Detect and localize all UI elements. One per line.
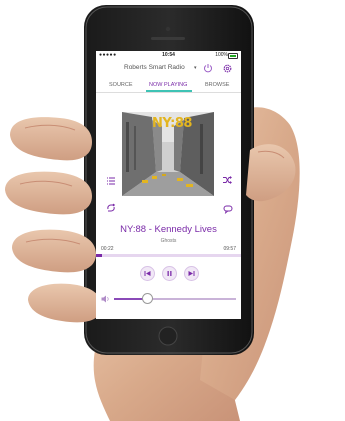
list-icon[interactable] (106, 176, 116, 186)
power-icon[interactable] (203, 63, 213, 73)
progress-bar[interactable] (96, 254, 241, 257)
volume-slider-handle[interactable] (141, 293, 153, 304)
album-art-title: NY:88 (152, 116, 192, 131)
track-duration: 09:57 (223, 246, 236, 252)
album-art: NY:88 (122, 112, 214, 196)
tab-bar: SOURCE NOW PLAYING BROWSE (96, 80, 241, 93)
chevron-down-icon[interactable]: ▾ (194, 65, 197, 71)
scene: ●●●●● 10:54 100% Roberts Smart Radio ▾ S… (0, 0, 345, 421)
battery-percent: 100% (215, 52, 228, 58)
shuffle-icon[interactable] (222, 175, 232, 185)
repeat-icon[interactable] (106, 203, 116, 213)
comment-icon[interactable] (223, 204, 233, 214)
gear-icon[interactable] (222, 63, 233, 74)
skip-previous-icon (144, 271, 151, 276)
next-button[interactable] (184, 266, 199, 281)
app-header: Roberts Smart Radio ▾ (96, 60, 241, 78)
tab-source[interactable]: SOURCE (109, 82, 133, 88)
active-tab-indicator (146, 90, 192, 92)
track-artist: Ghosts (160, 238, 177, 244)
tab-now-playing[interactable]: NOW PLAYING (149, 82, 187, 88)
skip-next-icon (188, 271, 195, 276)
previous-button[interactable] (140, 266, 155, 281)
phone-screen: ●●●●● 10:54 100% Roberts Smart Radio ▾ S… (96, 51, 241, 319)
elapsed-time: 00:22 (101, 246, 114, 252)
track-title: NY:88 - Kennedy Lives (120, 224, 217, 235)
pause-icon (167, 271, 172, 276)
volume-slider[interactable] (114, 298, 236, 300)
tab-browse[interactable]: BROWSE (205, 82, 229, 88)
status-bar: ●●●●● 10:54 100% (96, 51, 241, 60)
device-selector[interactable]: Roberts Smart Radio (124, 64, 185, 71)
speaker-icon (101, 295, 109, 303)
pause-button[interactable] (162, 266, 177, 281)
progress-fill (96, 254, 102, 257)
battery-icon (228, 53, 238, 59)
